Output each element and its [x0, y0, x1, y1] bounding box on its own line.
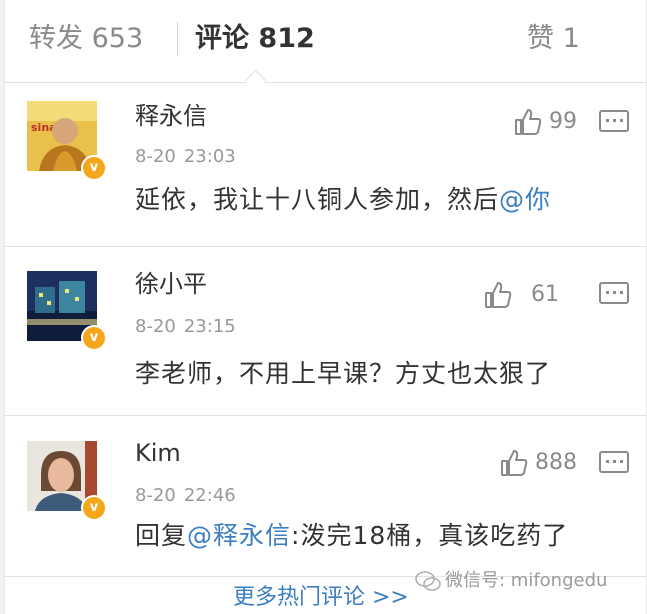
comment-time: 23:15 — [183, 316, 236, 337]
dot-icon — [620, 291, 623, 294]
like-count: 888 — [535, 450, 577, 475]
comment-date: 8-20 — [135, 316, 176, 337]
comment-date: 8-20 — [135, 485, 176, 506]
comment-body: :泼完18桶，真该吃药了 — [291, 521, 569, 550]
tab-comments[interactable]: 评论 812 — [195, 20, 315, 58]
like-count: 99 — [549, 109, 577, 134]
comments-panel: 转发 653 评论 812 赞 1 sina v 释永信 99 8-20 23:… — [4, 0, 647, 614]
verified-badge-icon: v — [81, 495, 107, 521]
comment-timestamp: 8-20 23:15 — [135, 315, 236, 339]
thumbs-up-icon — [501, 450, 528, 476]
comment-time: 23:03 — [183, 146, 236, 167]
wechat-icon — [415, 571, 441, 591]
more-options-button[interactable] — [599, 282, 629, 304]
comment-body: 延依，我让十八铜人参加，然后 — [135, 185, 500, 214]
tab-likes[interactable]: 赞 1 — [527, 20, 580, 58]
more-options-button[interactable] — [599, 110, 629, 132]
tab-comments-count: 812 — [258, 23, 315, 54]
watermark-text: 微信号: mifongedu — [445, 570, 608, 591]
verified-badge-icon: v — [81, 325, 107, 351]
tab-repost-count: 653 — [91, 23, 144, 54]
comment-item: v Kim 888 8-20 22:46 回复@释永信:泼完18桶，真该吃药了 — [5, 416, 646, 577]
comment-timestamp: 8-20 22:46 — [135, 484, 236, 508]
comment-item: sina v 释永信 99 8-20 23:03 延依，我让十八铜人参加，然后@你 — [5, 83, 646, 247]
reply-prefix: 回复 — [135, 521, 188, 550]
more-hot-comments-link[interactable]: 更多热门评论 >> — [233, 582, 409, 614]
tab-repost[interactable]: 转发 653 — [29, 20, 143, 58]
dot-icon — [613, 291, 616, 294]
thumbs-up-icon — [485, 282, 512, 308]
like-button[interactable]: 99 — [513, 105, 577, 139]
thumbs-up-icon — [515, 109, 542, 135]
tab-likes-label: 赞 — [527, 23, 554, 54]
tab-bar: 转发 653 评论 812 赞 1 — [5, 0, 646, 92]
dot-icon — [620, 460, 623, 463]
dot-icon — [606, 291, 609, 294]
comment-text: 延依，我让十八铜人参加，然后@你 — [135, 183, 551, 217]
comment-time: 22:46 — [183, 485, 236, 506]
comment-timestamp: 8-20 23:03 — [135, 145, 236, 169]
tab-repost-label: 转发 — [29, 23, 83, 54]
wechat-watermark: 微信号: mifongedu — [415, 568, 607, 594]
comment-text: 回复@释永信:泼完18桶，真该吃药了 — [135, 519, 568, 553]
avatar[interactable]: v — [27, 441, 107, 521]
more-options-button[interactable] — [599, 451, 629, 473]
tab-divider — [177, 22, 178, 56]
avatar[interactable]: sina v — [27, 101, 107, 181]
dot-icon — [606, 460, 609, 463]
like-button[interactable]: 888 — [499, 446, 577, 480]
like-button[interactable]: 61 — [483, 278, 559, 312]
dot-icon — [606, 119, 609, 122]
dot-icon — [613, 119, 616, 122]
dot-icon — [620, 119, 623, 122]
mention-link[interactable]: @释永信 — [187, 521, 291, 550]
like-count: 61 — [531, 282, 559, 307]
mention-link[interactable]: @你 — [499, 185, 551, 214]
comment-item: v 徐小平 61 8-20 23:15 李老师，不用上早课？方丈也太狠了 — [5, 247, 646, 416]
comment-author[interactable]: 释永信 — [135, 101, 207, 131]
tab-likes-count: 1 — [562, 23, 580, 54]
avatar[interactable]: v — [27, 271, 107, 351]
tab-comments-label: 评论 — [195, 23, 249, 54]
comment-date: 8-20 — [135, 146, 176, 167]
verified-badge-icon: v — [81, 155, 107, 181]
comment-author[interactable]: Kim — [135, 438, 181, 468]
comment-author[interactable]: 徐小平 — [135, 269, 207, 299]
dot-icon — [613, 460, 616, 463]
comment-text: 李老师，不用上早课？方丈也太狠了 — [135, 359, 552, 388]
